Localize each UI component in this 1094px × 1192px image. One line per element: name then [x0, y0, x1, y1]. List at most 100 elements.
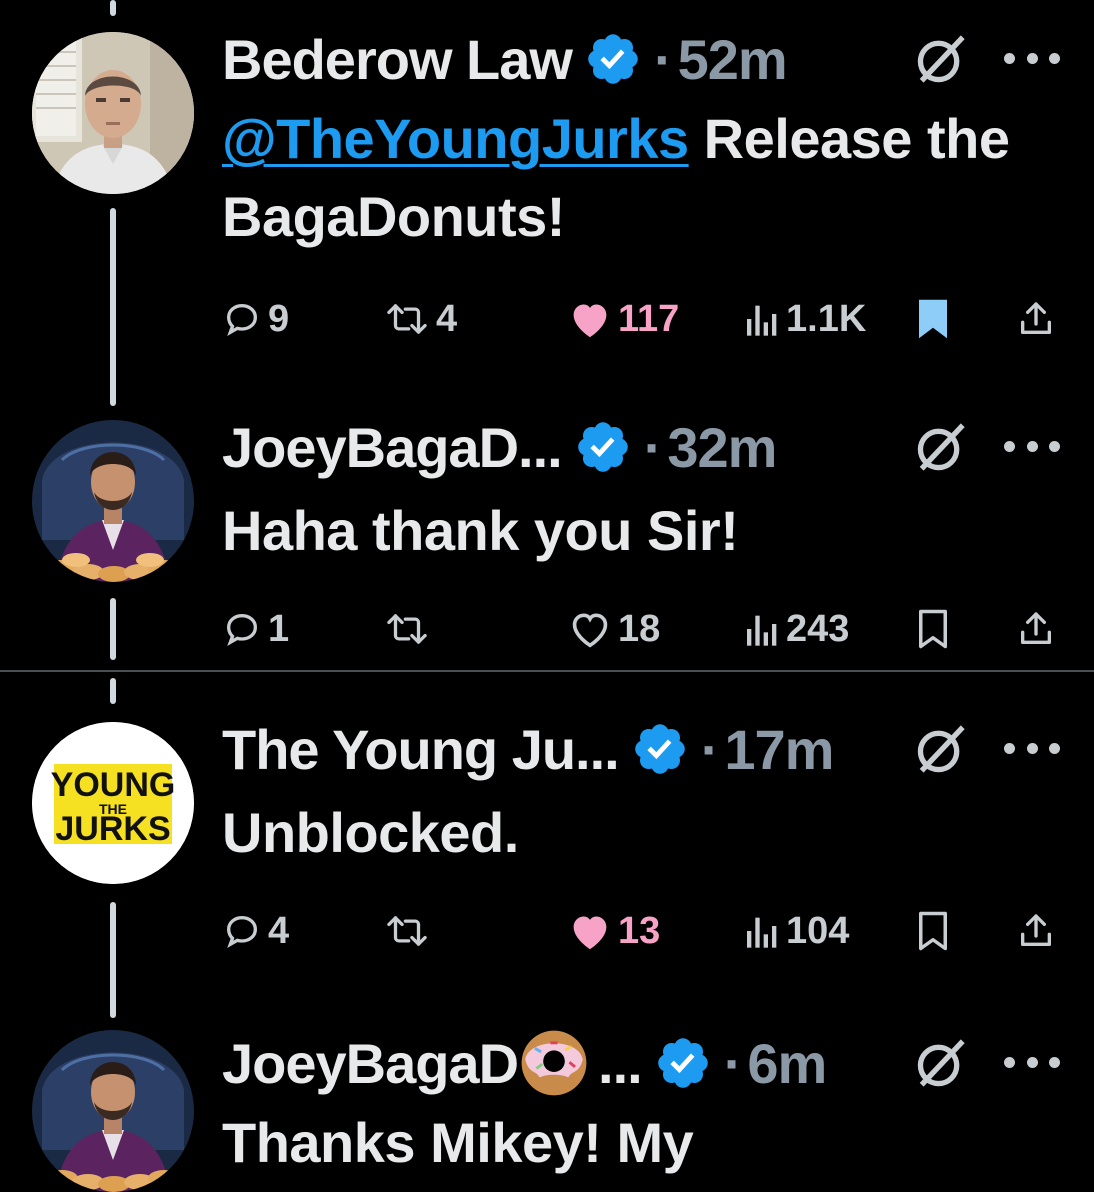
verified-badge-icon	[634, 724, 685, 774]
view-count: 104	[786, 909, 850, 952]
reply-icon	[226, 303, 258, 337]
grok-icon[interactable]	[912, 418, 970, 476]
reply-button[interactable]: 1	[222, 604, 289, 654]
thread-line	[110, 598, 116, 660]
tweet-actions: 4 13 104	[222, 906, 1062, 956]
like-icon	[573, 916, 607, 950]
bookmark-button[interactable]	[916, 294, 950, 344]
tweet-actions: 9 4 117 1.1K	[222, 294, 1062, 344]
author-name[interactable]: JoeyBagaD...	[222, 415, 563, 480]
thread-line	[110, 678, 116, 704]
like-count: 18	[618, 607, 661, 650]
reply-count: 9	[268, 297, 290, 340]
bookmark-button[interactable]	[916, 604, 950, 654]
share-icon	[1021, 612, 1051, 644]
like-count: 13	[618, 909, 661, 952]
verified-badge-icon	[588, 34, 638, 84]
views-button[interactable]: 243	[744, 604, 849, 654]
share-button[interactable]	[1016, 604, 1056, 654]
thread-line	[110, 208, 116, 406]
avatar[interactable]: YOUNG THE JURKS	[32, 722, 194, 884]
share-button[interactable]	[1016, 294, 1056, 344]
tweet-text: Unblocked.	[222, 801, 519, 864]
like-button[interactable]: 13	[568, 906, 660, 956]
repost-button[interactable]	[384, 906, 436, 956]
views-icon	[747, 615, 777, 646]
avatar-photo	[32, 420, 194, 582]
view-count: 1.1K	[786, 297, 867, 340]
separator-dot: ·	[723, 1031, 743, 1095]
repost-icon	[387, 304, 427, 334]
tweet-header: JoeyBagaD... · 32m	[222, 412, 777, 482]
tweet-header: The Young Ju... · 17m	[222, 714, 834, 784]
reply-icon	[226, 915, 258, 949]
repost-icon	[387, 916, 427, 946]
tweet-text: @TheYoungJurks Release the BagaDonuts!	[222, 100, 1062, 256]
reply-button[interactable]: 4	[222, 906, 289, 956]
repost-count: 4	[436, 297, 458, 340]
separator-dot: ·	[700, 717, 720, 781]
logo-text-young: YOUNG	[51, 766, 176, 804]
like-icon	[572, 613, 608, 648]
avatar-photo	[32, 32, 194, 194]
young-jurks-logo: YOUNG THE JURKS	[32, 722, 194, 884]
avatar[interactable]	[32, 1030, 194, 1192]
timestamp[interactable]: 17m	[724, 717, 834, 782]
share-icon	[1021, 302, 1051, 334]
author-name[interactable]: JoeyBagaD	[222, 1031, 519, 1096]
bookmark-button[interactable]	[916, 906, 950, 956]
verified-badge-icon	[657, 1038, 708, 1088]
more-icon[interactable]	[1004, 1052, 1060, 1072]
thread-line	[110, 0, 116, 16]
views-icon	[747, 305, 777, 336]
like-count: 117	[618, 297, 680, 340]
tweet-text: Thanks Mikey! My	[222, 1111, 694, 1174]
separator-dot: ·	[643, 415, 663, 479]
tweet-header: Bederow Law · 52m	[222, 24, 788, 94]
bookmark-icon	[919, 609, 947, 649]
views-button[interactable]: 104	[744, 906, 849, 956]
avatar[interactable]	[32, 32, 194, 194]
more-icon[interactable]	[1004, 436, 1060, 456]
tweet-text: Haha thank you Sir!	[222, 499, 739, 562]
avatar[interactable]	[32, 420, 194, 582]
donut-emoji	[521, 1030, 587, 1096]
view-count: 243	[786, 607, 850, 650]
grok-icon[interactable]	[912, 30, 970, 88]
grok-icon[interactable]	[912, 720, 970, 778]
more-icon[interactable]	[1004, 738, 1060, 758]
repost-icon	[387, 614, 427, 644]
tweet-divider	[0, 670, 1094, 672]
reply-button[interactable]: 9	[222, 294, 289, 344]
reply-count: 4	[268, 909, 290, 952]
views-icon	[747, 917, 777, 948]
reply-count: 1	[268, 607, 290, 650]
grok-icon[interactable]	[912, 1034, 970, 1092]
author-name-ellipsis: ...	[598, 1031, 643, 1095]
bookmark-icon	[919, 299, 947, 339]
avatar-photo	[32, 1030, 194, 1192]
like-button[interactable]: 18	[568, 604, 660, 654]
reply-icon	[226, 613, 258, 647]
views-button[interactable]: 1.1K	[744, 294, 866, 344]
timestamp[interactable]: 32m	[667, 415, 777, 480]
tweet-actions: 1 18 243	[222, 604, 1062, 654]
author-name[interactable]: The Young Ju...	[222, 717, 620, 782]
verified-badge-icon	[577, 422, 628, 472]
timestamp[interactable]: 52m	[678, 27, 788, 92]
separator-dot: ·	[653, 27, 673, 91]
like-button[interactable]: 117	[568, 294, 679, 344]
repost-button[interactable]: 4	[384, 294, 457, 344]
author-name[interactable]: Bederow Law	[222, 27, 573, 92]
logo-text-jurks: JURKS	[55, 810, 170, 848]
share-icon	[1021, 914, 1051, 946]
tweet-header: JoeyBagaD ... · 6m	[222, 1028, 827, 1098]
more-icon[interactable]	[1004, 48, 1060, 68]
timestamp[interactable]: 6m	[747, 1031, 827, 1096]
share-button[interactable]	[1016, 906, 1056, 956]
bookmark-icon	[919, 911, 947, 951]
thread-line	[110, 902, 116, 1018]
repost-button[interactable]	[384, 604, 436, 654]
mention-link[interactable]: @TheYoungJurks	[222, 107, 689, 170]
like-icon	[573, 304, 607, 338]
